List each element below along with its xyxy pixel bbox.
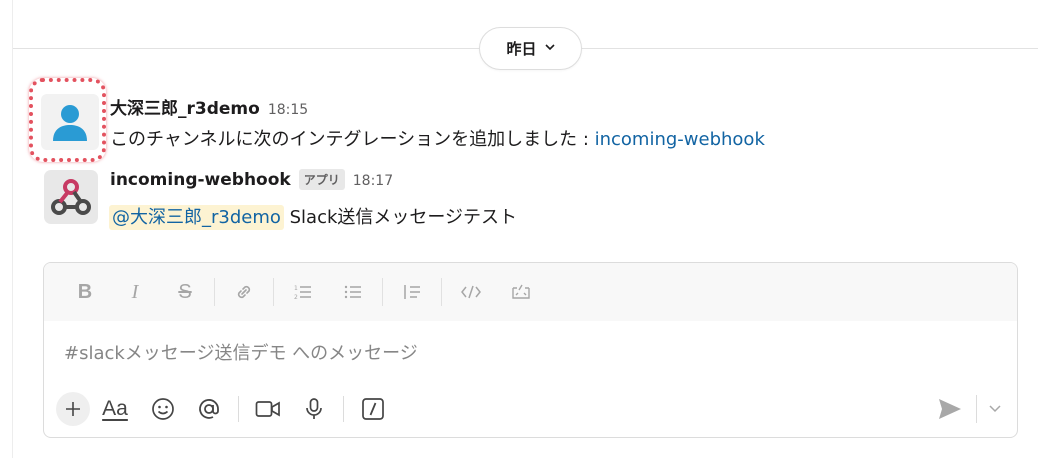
send-controls <box>930 392 1007 426</box>
message-composer: B I S 12 #slackメッセージ送信デモ へのメッセージ Aa <box>43 262 1018 438</box>
numbered-list-icon[interactable]: 12 <box>278 277 328 307</box>
user-mention[interactable]: @大深三郎_r3demo <box>109 205 284 230</box>
bulleted-list-icon[interactable] <box>328 277 378 307</box>
default-user-icon <box>53 105 87 141</box>
date-divider-label: 昨日 <box>506 40 537 58</box>
composer-actions: Aa <box>56 391 1007 427</box>
toolbar-separator <box>238 396 239 422</box>
message-timestamp[interactable]: 18:17 <box>353 173 393 189</box>
integration-link[interactable]: incoming-webhook <box>595 129 765 150</box>
message-body: @大深三郎_r3demo Slack送信メッセージテスト <box>109 203 518 230</box>
mention-icon[interactable] <box>186 392 232 426</box>
chevron-down-icon <box>544 43 555 54</box>
sender-name[interactable]: 大深三郎_r3demo <box>110 94 260 119</box>
toolbar-separator <box>343 396 344 422</box>
blockquote-icon[interactable] <box>387 277 437 307</box>
date-divider-button[interactable]: 昨日 <box>479 27 582 70</box>
send-icon[interactable] <box>930 392 970 426</box>
formatting-toolbar: B I S 12 <box>44 263 1017 321</box>
italic-icon[interactable]: I <box>110 277 160 307</box>
svg-text:2: 2 <box>294 294 298 301</box>
text-format-icon[interactable]: Aa <box>90 392 140 426</box>
toolbar-separator <box>273 278 274 306</box>
message-timestamp[interactable]: 18:15 <box>268 102 308 118</box>
webhook-icon <box>51 179 91 215</box>
strikethrough-icon[interactable]: S <box>160 277 210 307</box>
link-icon[interactable] <box>219 277 269 307</box>
app-badge: アプリ <box>298 169 345 190</box>
plus-icon[interactable] <box>56 392 90 426</box>
sender-name[interactable]: incoming-webhook <box>110 170 291 190</box>
svg-text:1: 1 <box>294 285 298 292</box>
message-header: incoming-webhook アプリ 18:17 <box>110 169 393 191</box>
microphone-icon[interactable] <box>291 392 337 426</box>
message-text: Slack送信メッセージテスト <box>283 207 518 228</box>
chevron-down-icon[interactable] <box>983 392 1007 426</box>
toolbar-separator <box>214 278 215 306</box>
slash-command-icon[interactable] <box>350 392 396 426</box>
app-avatar[interactable] <box>44 170 98 224</box>
emoji-icon[interactable] <box>140 392 186 426</box>
message-body: このチャンネルに次のインテグレーションを追加しました : incoming-we… <box>110 125 765 151</box>
user-avatar[interactable] <box>41 94 99 150</box>
message-header: 大深三郎_r3demo 18:15 <box>110 94 308 119</box>
video-icon[interactable] <box>245 392 291 426</box>
message-text: このチャンネルに次のインテグレーションを追加しました : <box>110 129 595 150</box>
toolbar-separator <box>382 278 383 306</box>
code-icon[interactable] <box>446 277 496 307</box>
code-block-icon[interactable] <box>496 277 546 307</box>
toolbar-separator <box>441 278 442 306</box>
slack-channel-view: 昨日 大深三郎_r3demo 18:15 このチャンネルに次のインテグレーション… <box>0 0 1038 458</box>
sidebar-divider <box>12 0 13 458</box>
toolbar-separator <box>976 395 977 423</box>
message-input[interactable]: #slackメッセージ送信デモ へのメッセージ <box>64 339 418 365</box>
bold-icon[interactable]: B <box>60 277 110 307</box>
